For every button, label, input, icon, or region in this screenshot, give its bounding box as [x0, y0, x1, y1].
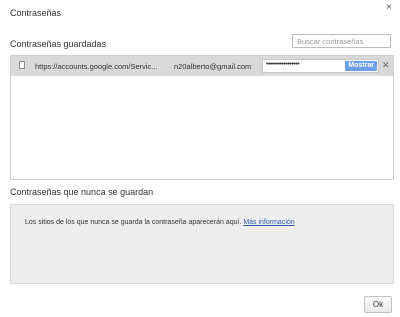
password-row[interactable]: https://accounts.google.com/Servic... n2…: [11, 56, 393, 76]
never-saved-panel: Los sitios de los que nunca se guarda la…: [10, 204, 394, 284]
username: n20alberto@gmail.com: [174, 62, 252, 71]
saved-passwords-heading: Contraseñas guardadas: [10, 39, 107, 49]
page-icon: [19, 61, 25, 69]
show-password-button[interactable]: Mostrar: [345, 61, 377, 71]
search-passwords-input[interactable]: [292, 34, 391, 48]
close-icon[interactable]: ×: [386, 2, 392, 13]
password-mask: •••••••••••••••••: [266, 61, 300, 68]
site-url: https://accounts.google.com/Servic...: [35, 62, 158, 71]
never-saved-text: Los sitios de los que nunca se guarda la…: [25, 219, 244, 226]
more-info-link[interactable]: Más información: [243, 219, 294, 226]
remove-icon[interactable]: ✕: [382, 60, 390, 71]
never-saved-message: Los sitios de los que nunca se guarda la…: [25, 219, 295, 226]
password-field[interactable]: ••••••••••••••••• Mostrar: [262, 59, 379, 73]
saved-passwords-list: https://accounts.google.com/Servic... n2…: [10, 55, 394, 180]
never-saved-heading: Contraseñas que nunca se guardan: [10, 187, 154, 197]
dialog-title: Contraseñas: [10, 8, 62, 18]
ok-button[interactable]: Ok: [364, 296, 392, 313]
